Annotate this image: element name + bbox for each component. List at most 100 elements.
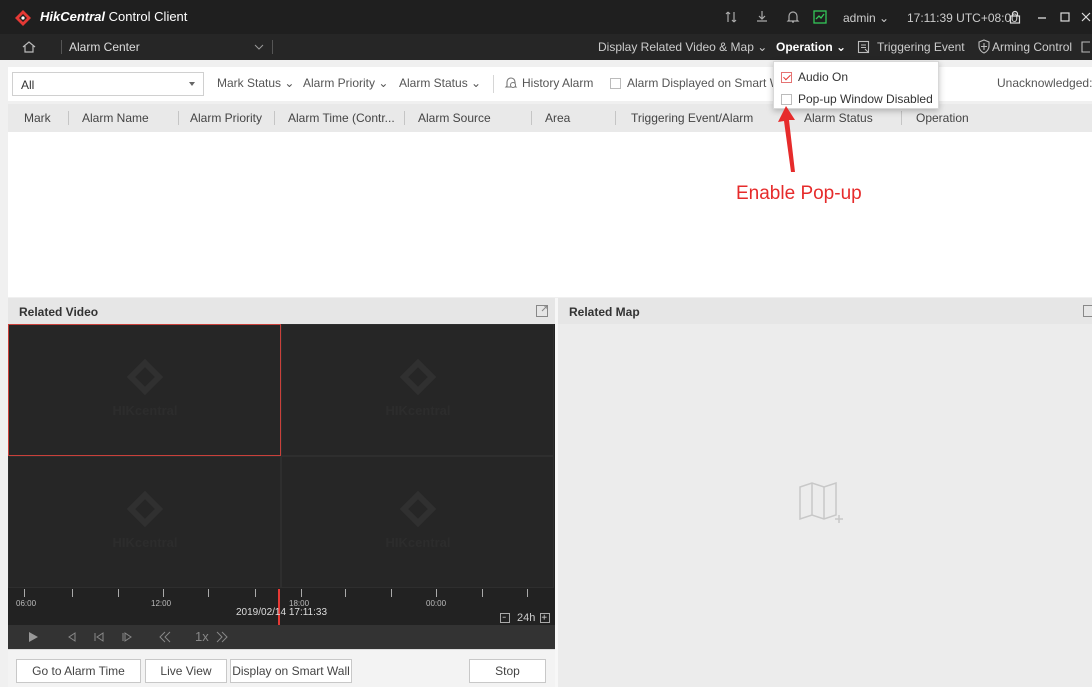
timeline-tick	[118, 589, 119, 597]
column-alarm-time[interactable]: Alarm Time (Contr...	[288, 111, 395, 125]
column-alarm-status[interactable]: Alarm Status	[804, 111, 873, 125]
exit-icon[interactable]	[1080, 40, 1092, 54]
bell-icon[interactable]	[786, 10, 800, 24]
playback-timeline[interactable]: 06:00 12:00 18:00 00:00 2019/02/14 17:11…	[8, 589, 555, 625]
column-alarm-priority[interactable]: Alarm Priority	[190, 111, 262, 125]
svg-text:HIKcentral: HIKcentral	[385, 403, 450, 418]
popout-icon[interactable]	[1082, 304, 1092, 318]
annotation-text: Enable Pop-up	[736, 183, 862, 204]
hikcentral-watermark-icon: HIKcentral	[112, 491, 178, 550]
related-video-header: Related Video	[8, 298, 555, 324]
filter-separator	[493, 75, 494, 93]
shield-icon[interactable]	[977, 39, 991, 54]
add-map-icon[interactable]	[798, 481, 844, 527]
zoom-out-icon[interactable]	[500, 613, 510, 623]
go-to-alarm-time-button[interactable]: Go to Alarm Time	[16, 659, 141, 683]
close-icon[interactable]	[1079, 10, 1092, 24]
video-window-2[interactable]: HIKcentral	[281, 324, 554, 456]
timeline-tick	[72, 589, 73, 597]
column-separator	[178, 111, 179, 125]
column-separator	[901, 111, 902, 125]
display-on-smart-wall-button[interactable]: Display on Smart Wall	[230, 659, 352, 683]
alarm-filter-select[interactable]: All	[12, 72, 204, 96]
timeline-tick	[345, 589, 346, 597]
svg-text:HIKcentral: HIKcentral	[112, 535, 177, 550]
operation-dropdown: Audio On Pop-up Window Disabled	[773, 61, 939, 109]
lock-icon[interactable]	[1008, 10, 1022, 24]
column-separator	[615, 111, 616, 125]
live-view-button[interactable]: Live View	[145, 659, 227, 683]
column-separator	[274, 111, 275, 125]
previous-frame-icon[interactable]	[65, 630, 79, 644]
related-map-panel: Related Map	[558, 298, 1092, 687]
reverse-step-icon[interactable]	[92, 630, 106, 644]
timeline-label: 06:00	[16, 599, 37, 608]
play-icon[interactable]	[26, 630, 40, 644]
related-video-panel: Related Video HIKcentral HIKcentral HIKc…	[8, 298, 555, 687]
playback-controls: 1x	[8, 625, 555, 649]
audio-on-option[interactable]: Audio On	[781, 70, 848, 84]
timeline-tick	[255, 589, 256, 597]
monitor-chart-icon[interactable]	[813, 10, 827, 24]
timeline-tick	[436, 589, 437, 597]
video-window-3[interactable]: HIKcentral	[8, 456, 281, 588]
maximize-icon[interactable]	[1058, 10, 1072, 24]
related-map-header: Related Map	[558, 298, 1092, 324]
column-alarm-name[interactable]: Alarm Name	[82, 111, 149, 125]
timeline-date: 2019/02/14 17:11:33	[236, 607, 328, 618]
column-area[interactable]: Area	[545, 111, 570, 125]
nav-separator	[272, 40, 273, 54]
chevron-down-icon[interactable]	[254, 42, 264, 52]
column-triggering-event[interactable]: Triggering Event/Alarm	[631, 111, 753, 125]
forward-step-icon[interactable]	[120, 630, 134, 644]
slow-down-icon[interactable]	[158, 630, 172, 644]
speed-up-icon[interactable]	[215, 630, 229, 644]
timeline-tick	[391, 589, 392, 597]
popup-window-disabled-option[interactable]: Pop-up Window Disabled	[781, 92, 933, 106]
module-selector[interactable]: Alarm Center	[69, 40, 140, 54]
alarm-table-body	[8, 132, 1092, 297]
related-video-title: Related Video	[19, 305, 99, 319]
column-alarm-source[interactable]: Alarm Source	[418, 111, 491, 125]
checkbox-unchecked[interactable]	[610, 78, 621, 89]
column-separator	[531, 111, 532, 125]
display-related-video-map-toggle[interactable]: Display Related Video & Map ⌄	[598, 40, 767, 54]
hikcentral-logo-icon	[15, 10, 31, 26]
video-action-bar: Go to Alarm Time Live View Display on Sm…	[8, 649, 555, 687]
timeline-tick	[527, 589, 528, 597]
alarm-status-filter[interactable]: Alarm Status ⌄	[399, 76, 481, 90]
column-operation[interactable]: Operation	[916, 111, 969, 125]
popout-icon[interactable]	[535, 304, 549, 318]
zoom-in-icon[interactable]	[540, 613, 550, 623]
title-bar: HikCentral Control Client admin ⌄ 17:11:…	[0, 0, 1092, 34]
user-menu[interactable]: admin ⌄	[843, 11, 889, 25]
video-window-1[interactable]: HIKcentral	[8, 324, 281, 456]
caret-down-icon	[189, 82, 195, 86]
timeline-label: 00:00	[426, 599, 447, 608]
alarm-priority-filter[interactable]: Alarm Priority ⌄	[303, 76, 388, 90]
history-bell-icon[interactable]	[504, 76, 518, 90]
download-icon[interactable]	[755, 10, 769, 24]
operation-menu[interactable]: Operation ⌄	[776, 40, 846, 54]
checkbox-unchecked[interactable]	[781, 94, 792, 105]
arming-control-button[interactable]: Arming Control	[992, 40, 1072, 54]
stop-button[interactable]: Stop	[469, 659, 546, 683]
column-mark[interactable]: Mark	[24, 111, 51, 125]
timeline-tick	[163, 589, 164, 597]
column-separator	[68, 111, 69, 125]
triggering-event-icon[interactable]	[857, 40, 871, 54]
timeline-tick	[24, 589, 25, 597]
triggering-event-button[interactable]: Triggering Event	[877, 40, 965, 54]
video-window-4[interactable]: HIKcentral	[281, 456, 554, 588]
clock: 17:11:39 UTC+08:00	[907, 11, 1018, 25]
history-alarm-button[interactable]: History Alarm	[522, 76, 593, 90]
hikcentral-watermark-icon: HIKcentral	[112, 359, 178, 418]
smart-wall-checkbox[interactable]: Alarm Displayed on Smart Wa	[610, 76, 787, 90]
mark-status-filter[interactable]: Mark Status ⌄	[217, 76, 294, 90]
video-window-grid: HIKcentral HIKcentral HIKcentral HIKcent…	[8, 324, 555, 589]
transfer-icon[interactable]	[724, 10, 738, 24]
minimize-icon[interactable]	[1035, 10, 1049, 24]
checkbox-checked[interactable]	[781, 72, 792, 83]
hikcentral-watermark-icon: HIKcentral	[385, 359, 451, 418]
home-icon[interactable]	[21, 39, 37, 55]
